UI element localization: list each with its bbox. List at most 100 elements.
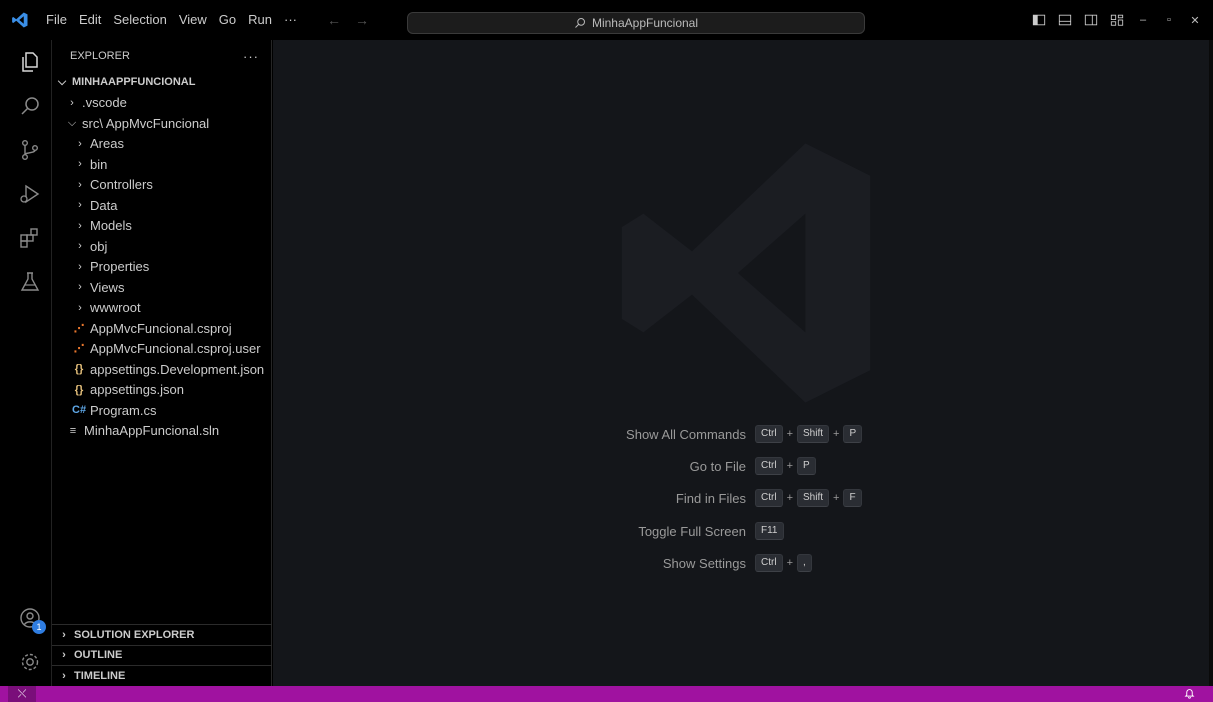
tree-item-controllers[interactable]: › Controllers bbox=[52, 175, 272, 196]
tree-item-label: Controllers bbox=[90, 177, 153, 193]
explorer-icon[interactable] bbox=[8, 40, 52, 84]
tree-item-label: Views bbox=[90, 279, 125, 295]
shortcut-toggle-full-screen[interactable]: Toggle Full Screen F11 bbox=[273, 521, 1209, 541]
tree-item-csproj[interactable]: ⋰ AppMvcFuncional.csproj bbox=[52, 318, 272, 339]
status-bar: ⤬ bbox=[0, 686, 1213, 702]
accounts-icon[interactable]: 1 bbox=[8, 596, 52, 640]
workspace-root-label: MINHAAPPFUNCIONAL bbox=[72, 76, 196, 89]
toggle-secondary-sidebar-icon[interactable] bbox=[1083, 12, 1099, 28]
window-edge bbox=[0, 40, 8, 686]
tree-item-label: Properties bbox=[90, 259, 150, 275]
chevron-right-icon: › bbox=[78, 260, 82, 273]
key-cap: F11 bbox=[755, 522, 784, 540]
back-arrow-icon[interactable]: ← bbox=[327, 12, 341, 28]
shortcut-show-settings[interactable]: Show Settings Ctrl + , bbox=[273, 553, 1209, 573]
shortcut-label: Show All Commands bbox=[626, 426, 746, 442]
chevron-right-icon: › bbox=[78, 158, 82, 171]
chevron-down-icon: ⌵ bbox=[67, 116, 77, 129]
chevron-right-icon: › bbox=[78, 301, 82, 314]
run-debug-icon[interactable] bbox=[8, 172, 52, 216]
chevron-right-icon: › bbox=[78, 240, 82, 253]
menu-file[interactable]: File bbox=[40, 0, 73, 40]
tree-item-views[interactable]: › Views bbox=[52, 277, 272, 298]
tree-item-label: Program.cs bbox=[90, 402, 157, 418]
forward-arrow-icon[interactable]: → bbox=[355, 12, 369, 28]
tree-item-src[interactable]: ⌵ src\ AppMvcFuncional bbox=[52, 113, 272, 134]
shortcut-label: Find in Files bbox=[675, 490, 746, 506]
restore-icon[interactable]: ▫ bbox=[1161, 12, 1177, 28]
chevron-right-icon: › bbox=[78, 219, 82, 232]
workspace-root[interactable]: ⌵ MINHAAPPFUNCIONAL bbox=[52, 72, 272, 93]
shortcut-find-in-files[interactable]: Find in Files Ctrl + Shift + F bbox=[273, 488, 1209, 508]
key-cap: Ctrl bbox=[755, 489, 783, 507]
title-actions: – ▫ ✕ bbox=[1031, 0, 1203, 40]
minimize-icon[interactable]: – bbox=[1135, 12, 1151, 28]
pane-label: OUTLINE bbox=[74, 649, 123, 662]
key-cap: Shift bbox=[797, 425, 830, 443]
source-control-icon[interactable] bbox=[8, 128, 52, 172]
key-cap: F bbox=[843, 489, 862, 507]
tree-item-label: bin bbox=[90, 156, 108, 172]
explorer-more-actions[interactable]: ··· bbox=[243, 49, 259, 64]
tree-item-label: MinhaAppFuncional.sln bbox=[84, 423, 220, 439]
chevron-right-icon: › bbox=[62, 628, 66, 641]
tree-item-csproj-user[interactable]: ⋰ AppMvcFuncional.csproj.user bbox=[52, 339, 272, 360]
extensions-icon[interactable] bbox=[8, 216, 52, 260]
close-icon[interactable]: ✕ bbox=[1187, 12, 1203, 28]
tree-item-wwwroot[interactable]: › wwwroot bbox=[52, 298, 272, 319]
navigation-arrows: ← → bbox=[327, 12, 369, 28]
menu-go[interactable]: Go bbox=[213, 0, 242, 40]
chevron-down-icon: ⌵ bbox=[57, 75, 67, 88]
toggle-primary-sidebar-icon[interactable] bbox=[1031, 12, 1047, 28]
shortcut-show-all-commands[interactable]: Show All Commands Ctrl + Shift + P bbox=[273, 424, 1209, 444]
key-cap: Ctrl bbox=[755, 425, 783, 443]
shortcut-go-to-file[interactable]: Go to File Ctrl + P bbox=[273, 456, 1209, 476]
tree-item-data[interactable]: › Data bbox=[52, 195, 272, 216]
pane-timeline[interactable]: › TIMELINE bbox=[52, 665, 272, 686]
remote-indicator-icon[interactable]: ⤬ bbox=[8, 686, 36, 702]
tree-item-label: Areas bbox=[90, 136, 124, 152]
explorer-sidebar: EXPLORER ··· ⌵ MINHAAPPFUNCIONAL › .vsco… bbox=[52, 40, 272, 686]
search-icon[interactable] bbox=[8, 84, 52, 128]
tree-item-sln[interactable]: ≡ MinhaAppFuncional.sln bbox=[52, 421, 272, 442]
menu-run[interactable]: Run bbox=[242, 0, 278, 40]
shortcut-keys: Ctrl + Shift + P bbox=[755, 425, 863, 443]
collapsed-panes: › SOLUTION EXPLORER › OUTLINE › TIMELINE bbox=[52, 624, 272, 686]
menu-more[interactable]: ··· bbox=[278, 0, 303, 40]
csharp-file-icon: C# bbox=[72, 404, 87, 417]
menu-selection[interactable]: Selection bbox=[107, 0, 172, 40]
chevron-right-icon: › bbox=[62, 649, 66, 662]
json-file-icon: {} bbox=[74, 383, 84, 396]
pane-outline[interactable]: › OUTLINE bbox=[52, 644, 272, 666]
chevron-right-icon: › bbox=[78, 137, 82, 150]
tree-item-appsettings-dev[interactable]: {} appsettings.Development.json bbox=[52, 359, 272, 380]
command-center-search[interactable]: MinhaAppFuncional bbox=[407, 12, 865, 34]
vscode-logo-icon bbox=[0, 0, 40, 40]
key-cap: Ctrl bbox=[755, 457, 783, 475]
key-cap: , bbox=[797, 554, 812, 572]
notifications-bell-icon[interactable] bbox=[1184, 687, 1195, 702]
tree-item-label: src\ AppMvcFuncional bbox=[82, 115, 210, 131]
customize-layout-icon[interactable] bbox=[1109, 12, 1125, 28]
tree-item-program[interactable]: C# Program.cs bbox=[52, 400, 272, 421]
chevron-right-icon: › bbox=[70, 96, 74, 109]
command-center-label: MinhaAppFuncional bbox=[591, 16, 699, 30]
tree-item-vscode[interactable]: › .vscode bbox=[52, 93, 272, 114]
tree-item-label: appsettings.Development.json bbox=[90, 361, 265, 377]
tree-item-appsettings[interactable]: {} appsettings.json bbox=[52, 380, 272, 401]
scrollbar-track[interactable] bbox=[1209, 40, 1213, 686]
toggle-panel-icon[interactable] bbox=[1057, 12, 1073, 28]
menu-edit[interactable]: Edit bbox=[73, 0, 107, 40]
tree-item-areas[interactable]: › Areas bbox=[52, 134, 272, 155]
vscode-watermark-icon bbox=[621, 143, 871, 403]
manage-gear-icon[interactable] bbox=[8, 640, 52, 684]
testing-flask-icon[interactable] bbox=[8, 260, 52, 304]
menu-view[interactable]: View bbox=[173, 0, 213, 40]
tree-item-models[interactable]: › Models bbox=[52, 216, 272, 237]
activity-bar: 1 bbox=[8, 40, 52, 686]
key-cap: P bbox=[843, 425, 863, 443]
pane-solution-explorer[interactable]: › SOLUTION EXPLORER bbox=[52, 624, 272, 645]
tree-item-bin[interactable]: › bin bbox=[52, 154, 272, 175]
tree-item-obj[interactable]: › obj bbox=[52, 236, 272, 257]
tree-item-properties[interactable]: › Properties bbox=[52, 257, 272, 278]
